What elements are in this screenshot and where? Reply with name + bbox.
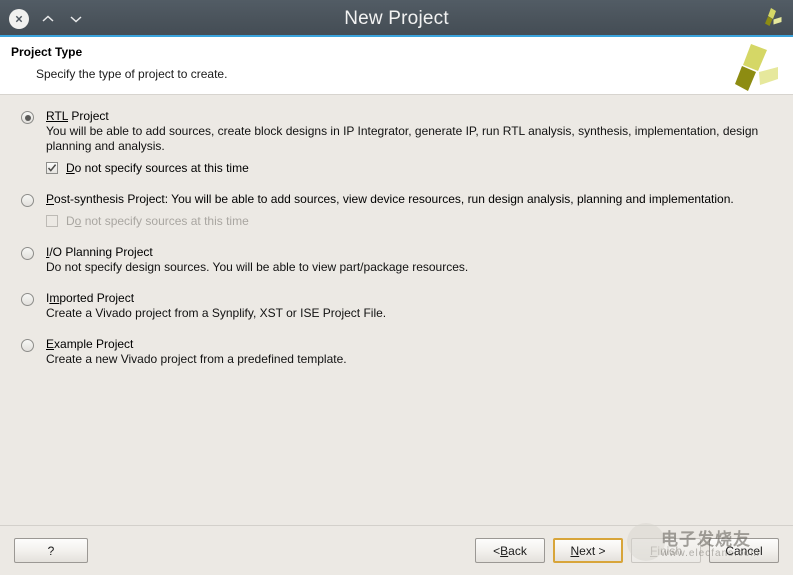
option-title-example: Example Project (46, 337, 793, 352)
option-desc-rtl-project: You will be able to add sources, create … (46, 124, 786, 154)
option-title-rest-io: /O Planning Project (49, 245, 152, 259)
check-icon (47, 163, 57, 173)
checkbox-post-no-sources: Do not specify sources at this time (46, 214, 793, 229)
option-desc-io-planning: Do not specify design sources. You will … (46, 260, 786, 275)
mnemonic-do: D (66, 161, 75, 175)
radio-imported-project[interactable] (21, 293, 34, 306)
finish-label-post: inish (657, 544, 682, 558)
radio-io-planning-project[interactable] (21, 247, 34, 260)
option-imported-project[interactable]: Imported Project Create a Vivado project… (0, 291, 793, 321)
xilinx-logo-glyph (727, 41, 779, 93)
option-post-synthesis-project[interactable]: Post-synthesis Project: You will be able… (0, 192, 793, 229)
radio-post-synthesis-project[interactable] (21, 194, 34, 207)
help-button[interactable]: ? (14, 538, 88, 563)
vivado-logo-glyph (758, 6, 784, 32)
option-inline-desc-post: You will be able to add sources, view de… (168, 192, 734, 206)
chevron-down-glyph (69, 14, 83, 24)
mnemonic-m: m (49, 291, 59, 305)
next-button[interactable]: Next > (553, 538, 623, 563)
new-project-dialog: New Project Project Type Specify the typ… (0, 0, 793, 575)
footer-button-group: < Back Next > Finish Cancel (475, 538, 779, 563)
dialog-footer: ? < Back Next > Finish Cancel 电子发烧友 www.… (0, 525, 793, 575)
page-header: Project Type Specify the type of project… (0, 37, 793, 95)
title-bar: New Project (0, 0, 793, 37)
checkbox-box-post (46, 215, 58, 227)
mnemonic-f: F (650, 544, 657, 558)
page-subtitle: Specify the type of project to create. (36, 67, 793, 82)
radio-rtl-project[interactable] (21, 111, 34, 124)
mnemonic-rtl: RTL (46, 109, 68, 123)
option-desc-imported: Create a Vivado project from a Synplify,… (46, 306, 786, 321)
chevron-up-icon[interactable] (39, 10, 57, 28)
cancel-button[interactable]: Cancel (709, 538, 779, 563)
close-glyph (13, 13, 25, 25)
mnemonic-e: E (46, 337, 54, 351)
option-title-post-synthesis: Post-synthesis Project: You will be able… (46, 192, 793, 207)
option-title-rest-example: xample Project (54, 337, 133, 351)
option-title-rest-imported: ported Project (59, 291, 134, 305)
back-label-post: ack (508, 544, 527, 558)
checkbox-label-pre-post: D (66, 214, 75, 228)
option-io-planning-project[interactable]: I/O Planning Project Do not specify desi… (0, 245, 793, 275)
window-controls (0, 9, 85, 29)
option-title-rest-post: ost-synthesis Project: (54, 192, 168, 206)
checkbox-label-rtl: o not specify sources at this time (75, 161, 249, 175)
chevron-down-icon[interactable] (67, 10, 85, 28)
window-title: New Project (0, 8, 793, 30)
option-example-project[interactable]: Example Project Create a new Vivado proj… (0, 337, 793, 367)
checkbox-box-rtl[interactable] (46, 162, 58, 174)
project-type-radio-group: RTL Project You will be able to add sour… (0, 109, 793, 367)
chevron-up-glyph (41, 14, 55, 24)
option-title-io-planning: I/O Planning Project (46, 245, 793, 260)
finish-button: Finish (631, 538, 701, 563)
option-title-imported: Imported Project (46, 291, 793, 306)
back-button[interactable]: < Back (475, 538, 545, 563)
option-rtl-project[interactable]: RTL Project You will be able to add sour… (0, 109, 793, 176)
vivado-logo (758, 6, 784, 32)
next-label-post: ext > (579, 544, 605, 558)
checkbox-rtl-no-sources[interactable]: Do not specify sources at this time (46, 161, 793, 176)
option-title-rest-rtl: Project (68, 109, 109, 123)
dialog-body: RTL Project You will be able to add sour… (0, 95, 793, 525)
xilinx-logo (727, 41, 779, 93)
checkbox-label-post: not specify sources at this time (81, 214, 248, 228)
option-desc-example: Create a new Vivado project from a prede… (46, 352, 786, 367)
close-icon[interactable] (9, 9, 29, 29)
mnemonic-n: N (570, 544, 579, 558)
radio-example-project[interactable] (21, 339, 34, 352)
back-label-pre: < (493, 544, 500, 558)
mnemonic-b: B (500, 544, 508, 558)
option-title-rtl-project: RTL Project (46, 109, 793, 124)
mnemonic-post: P (46, 192, 54, 206)
page-title: Project Type (11, 44, 793, 60)
